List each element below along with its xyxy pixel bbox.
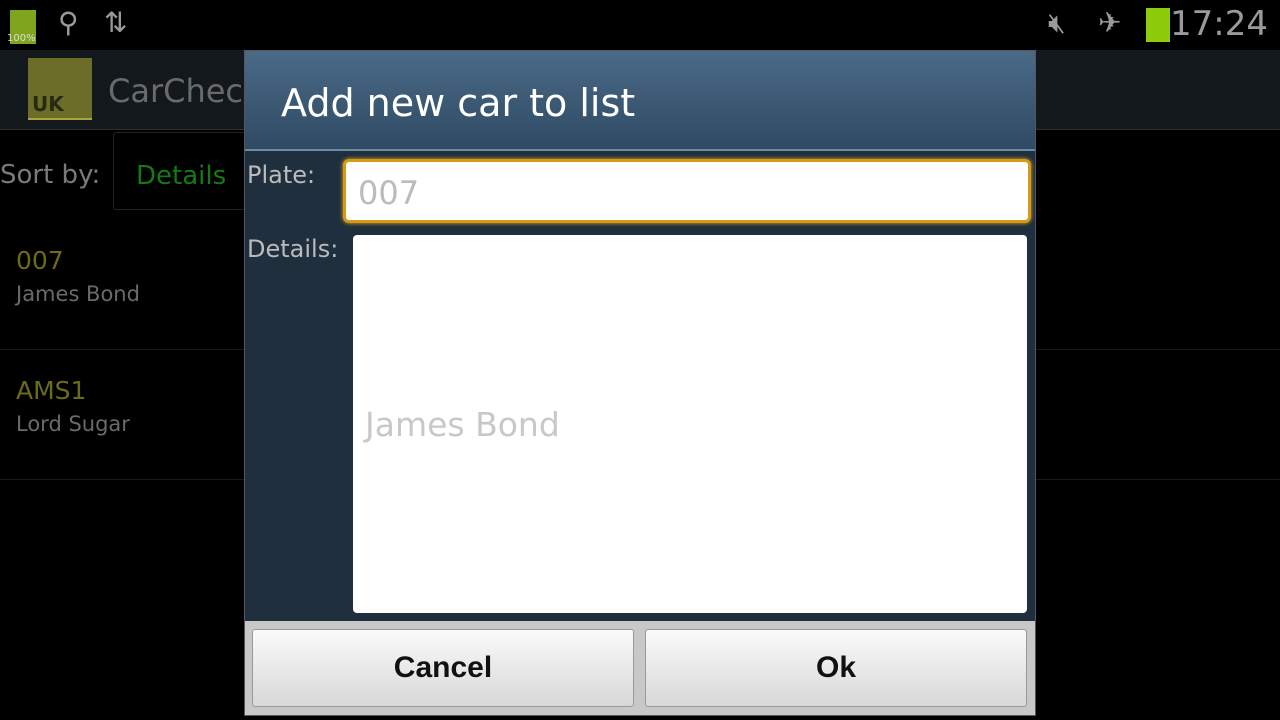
- plate-text: AMS1: [16, 376, 87, 405]
- details-text: James Bond: [16, 282, 140, 306]
- usb-icon: ⚲: [58, 6, 79, 39]
- details-input[interactable]: James Bond: [353, 235, 1027, 613]
- logo-text: UK: [32, 92, 64, 116]
- status-bar: 100% ⚲ ⇅ 🔇︎ ✈ 17:24: [0, 0, 1280, 50]
- battery-icon: 100%: [7, 10, 36, 44]
- details-label: Details:: [247, 235, 339, 263]
- cancel-button[interactable]: Cancel: [252, 629, 634, 707]
- app-title: CarCheck: [108, 72, 262, 110]
- dialog-title: Add new car to list: [281, 81, 636, 125]
- clock: 17:24: [1170, 4, 1268, 44]
- battery-icon: [1146, 8, 1170, 42]
- dialog-header: Add new car to list: [245, 51, 1035, 151]
- button-bar: Cancel Ok: [245, 621, 1035, 715]
- details-text: Lord Sugar: [16, 412, 130, 436]
- plate-input[interactable]: 007: [343, 159, 1031, 223]
- add-car-dialog: Add new car to list Plate: 007 Details: …: [244, 50, 1036, 716]
- plate-label: Plate:: [247, 161, 316, 189]
- sort-value: Details: [136, 161, 227, 191]
- ok-button[interactable]: Ok: [645, 629, 1027, 707]
- mute-icon: 🔇︎: [1048, 6, 1066, 39]
- battery-percent: 100%: [7, 33, 36, 44]
- sync-icon: ⇅: [104, 6, 128, 39]
- airplane-icon: ✈: [1098, 6, 1122, 39]
- app-logo: UK: [28, 58, 92, 120]
- plate-text: 007: [16, 246, 64, 275]
- sort-label: Sort by:: [0, 160, 101, 190]
- sort-spinner[interactable]: Details: [113, 132, 253, 210]
